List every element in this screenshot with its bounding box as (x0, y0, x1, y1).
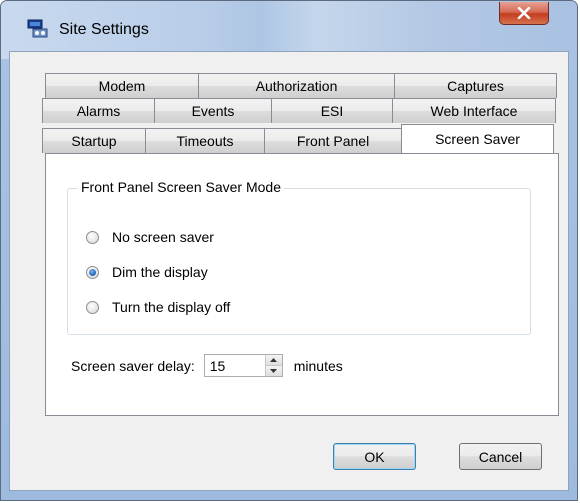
tab-alarms[interactable]: Alarms (42, 98, 155, 123)
tab-label: Modem (98, 78, 146, 94)
tab-label: Alarms (76, 103, 121, 119)
radio-button[interactable] (86, 230, 99, 244)
tab-label: ESI (320, 103, 344, 119)
tab-timeouts[interactable]: Timeouts (145, 128, 265, 153)
tab-authorization[interactable]: Authorization (198, 73, 395, 98)
tab-label: Front Panel (296, 133, 370, 149)
delay-stepper[interactable]: 15 (203, 354, 283, 377)
radio-button[interactable] (86, 300, 99, 314)
tab-label: Events (191, 103, 235, 119)
window-title: Site Settings (59, 21, 149, 38)
cancel-button[interactable]: Cancel (459, 443, 542, 470)
tab-label: Captures (447, 78, 504, 94)
option-turn-display-off[interactable]: Turn the display off (86, 299, 230, 315)
option-label: No screen saver (112, 229, 214, 245)
tab-esi[interactable]: ESI (271, 98, 393, 123)
decrement-button[interactable] (265, 365, 282, 376)
group-title: Front Panel Screen Saver Mode (78, 179, 284, 195)
option-no-screen-saver[interactable]: No screen saver (86, 229, 214, 245)
option-dim-display[interactable]: Dim the display (86, 264, 208, 280)
delay-row: Screen saver delay: 15 minutes (71, 354, 343, 377)
tab-row-2: Alarms Events ESI Web Interface (42, 98, 556, 123)
tab-label: Web Interface (430, 103, 518, 119)
tab-captures[interactable]: Captures (394, 73, 557, 98)
tab-label: Screen Saver (435, 131, 520, 147)
option-label: Turn the display off (112, 299, 231, 315)
arrow-down-icon (270, 369, 278, 373)
screen-saver-mode-group: Front Panel Screen Saver Mode No screen … (67, 179, 531, 335)
site-settings-dialog: Site Settings Modem Authorization Captur… (0, 0, 578, 501)
tab-startup[interactable]: Startup (42, 128, 146, 153)
app-icon (27, 19, 48, 38)
tab-events[interactable]: Events (154, 98, 272, 123)
tab-label: Authorization (255, 78, 338, 94)
tab-label: Timeouts (176, 133, 234, 149)
option-label: Dim the display (112, 264, 208, 280)
delay-value[interactable]: 15 (205, 355, 265, 376)
tab-screen-saver[interactable]: Screen Saver (401, 124, 554, 153)
increment-button[interactable] (265, 355, 282, 365)
radio-button-selected[interactable] (86, 265, 99, 279)
tab-row-1: Modem Authorization Captures (45, 73, 557, 98)
close-button[interactable] (499, 2, 549, 25)
screen-saver-panel: Front Panel Screen Saver Mode No screen … (45, 153, 559, 416)
tab-modem[interactable]: Modem (45, 73, 199, 98)
delay-label: Screen saver delay: (71, 357, 195, 374)
tab-front-panel[interactable]: Front Panel (264, 128, 402, 153)
close-icon (517, 7, 531, 19)
tab-label: Startup (71, 133, 117, 149)
arrow-up-icon (270, 358, 278, 362)
ok-button[interactable]: OK (333, 443, 416, 470)
stepper-buttons (264, 355, 282, 376)
delay-unit: minutes (293, 357, 343, 374)
tab-web-interface[interactable]: Web Interface (392, 98, 556, 123)
tab-row-3: Startup Timeouts Front Panel Screen Save… (42, 124, 554, 153)
